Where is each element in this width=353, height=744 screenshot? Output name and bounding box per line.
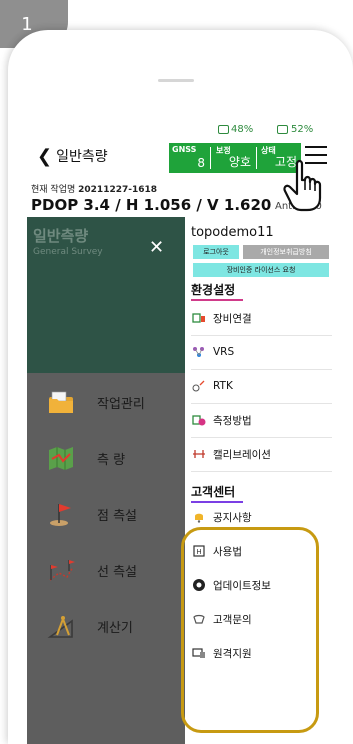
settings-item-measure-method[interactable]: 측정방법: [191, 403, 332, 438]
back-button[interactable]: ❮ 일반측량: [37, 145, 108, 167]
settings-item-label: 캘리브레이션: [213, 448, 271, 461]
license-request-button[interactable]: 장비인증 라이선스 요청: [193, 263, 329, 277]
correction-value: 양호: [228, 155, 251, 169]
flag-icon: [50, 504, 71, 526]
battery-icon: [277, 125, 288, 134]
settings-item-label: 측정방법: [213, 414, 252, 427]
battery-value: 52%: [291, 124, 314, 135]
menu-item-calculator[interactable]: 계산기: [27, 611, 185, 641]
close-icon[interactable]: ✕: [149, 237, 164, 258]
status-row: 48% 52%: [27, 122, 334, 136]
precision-readout: PDOP 3.4 / H 1.056 / V 1.620: [31, 196, 272, 214]
pointing-hand-icon: [283, 159, 322, 212]
back-chevron-icon: ❮: [37, 145, 53, 167]
work-label: 현재 작업명: [31, 185, 76, 195]
settings-item-rtk[interactable]: RTK: [191, 369, 332, 404]
measure-method-icon: [191, 413, 207, 427]
menu-label: 작업관리: [97, 397, 145, 412]
settings-item-vrs[interactable]: VRS: [191, 335, 332, 370]
gnss-divider: [256, 147, 257, 169]
calibration-icon: [191, 447, 207, 461]
compass-calculator-icon: [47, 616, 73, 638]
logout-button[interactable]: 로그아웃: [193, 245, 239, 259]
route-flag-icon: [49, 560, 75, 581]
menu-item-work-management[interactable]: 작업관리: [27, 387, 185, 417]
gnss-value: 8: [197, 156, 205, 170]
menu-item-survey[interactable]: 측 량: [27, 443, 185, 473]
settings-section-title: 환경설정: [191, 281, 243, 301]
state-label: 상태: [261, 146, 276, 155]
folder-icon: [49, 391, 73, 413]
bell-icon: [191, 510, 207, 524]
gnss-divider: [210, 147, 211, 169]
drawer-subtitle: General Survey: [33, 247, 103, 257]
drawer-header: 일반측량 General Survey ✕: [27, 217, 185, 373]
menu-label: 점 측설: [97, 509, 138, 524]
menu-item-point-stakeout[interactable]: 점 측설: [27, 499, 185, 529]
settings-item-label: RTK: [213, 380, 233, 392]
settings-item-calibration[interactable]: 캘리브레이션: [191, 437, 332, 472]
support-title: 고객센터: [191, 485, 236, 499]
menu-label: 측 량: [97, 453, 126, 468]
settings-item-device-connect[interactable]: 장비연결: [191, 301, 332, 336]
work-name: 20211227-1618: [78, 185, 158, 195]
menu-label: 계산기: [97, 621, 133, 636]
support-item-label: 공지사항: [213, 511, 252, 524]
gnss-label: GNSS: [172, 145, 197, 154]
gnss-status-panel: GNSS 8 보정 양호 상태 고정: [169, 143, 301, 173]
drawer-title: 일반측량: [33, 227, 89, 245]
menu-label: 선 측설: [97, 565, 138, 580]
privacy-policy-button[interactable]: 개인정보취급방침: [243, 245, 329, 259]
settings-title: 환경설정: [191, 283, 236, 297]
vrs-icon: [191, 345, 207, 359]
back-label: 일반측량: [56, 149, 108, 165]
username: topodemo11: [191, 225, 274, 240]
work-info: 현재 작업명 20211227-1618: [31, 182, 157, 195]
signal-value: 48%: [231, 124, 254, 135]
phone-speaker: [158, 79, 194, 82]
menu-item-line-stakeout[interactable]: 선 측설: [27, 555, 185, 585]
settings-item-label: 장비연결: [213, 312, 252, 325]
signal-icon: [218, 125, 229, 134]
drawer-backdrop: 일반측량 General Survey ✕ 작업관리 측 량 점 측설 선 측설…: [27, 217, 185, 744]
rtk-icon: [191, 379, 207, 393]
step-number: 1: [21, 13, 33, 35]
settings-item-label: VRS: [213, 346, 235, 358]
support-section-title: 고객센터: [191, 483, 243, 503]
map-icon: [49, 447, 73, 470]
support-highlight-ring: [181, 527, 319, 733]
device-connect-icon: [191, 311, 207, 325]
